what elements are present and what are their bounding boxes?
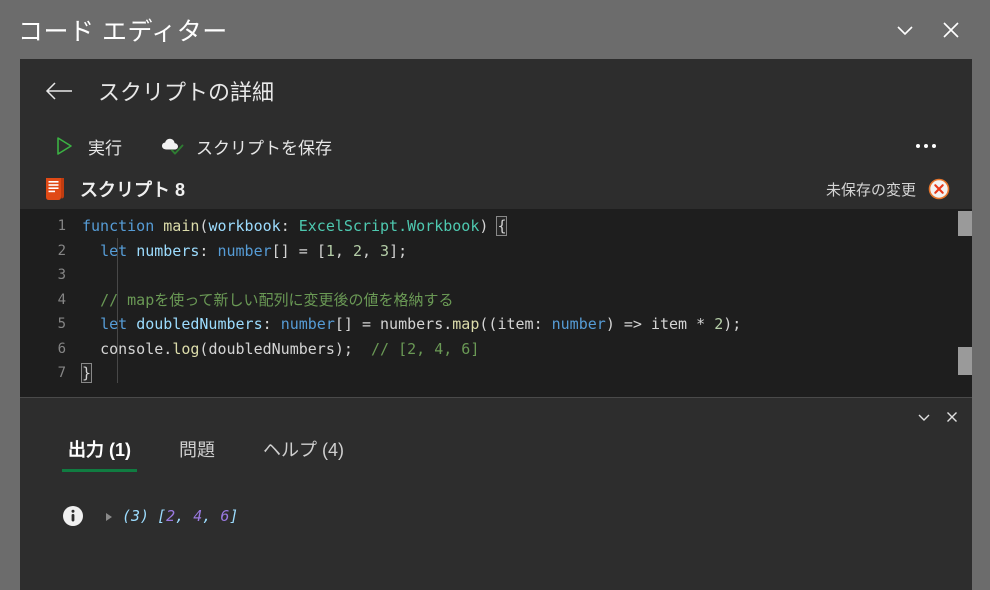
- code-vertical-scrollbar[interactable]: [958, 209, 972, 397]
- code-line[interactable]: 4 // mapを使って新しい配列に変更後の値を格納する: [20, 288, 950, 313]
- code-editor-surface[interactable]: 1 function main(workbook: ExcelScript.Wo…: [20, 209, 972, 397]
- line-content: let doubledNumbers: number[] = numbers.m…: [100, 315, 742, 333]
- save-script-button[interactable]: スクリプトを保存: [152, 127, 340, 165]
- token-function: main: [163, 217, 200, 235]
- run-button-label: 実行: [88, 138, 122, 158]
- bracket-match-open: {: [496, 216, 508, 236]
- token-keyword: function: [82, 217, 155, 235]
- output-panel-controls: [910, 403, 966, 431]
- scrollbar-marker[interactable]: [958, 347, 972, 375]
- line-number: 3: [57, 267, 66, 283]
- close-icon: [943, 21, 959, 38]
- line-number: 4: [57, 291, 66, 308]
- code-line[interactable]: 7 }: [20, 361, 950, 386]
- code-line[interactable]: 1 function main(workbook: ExcelScript.Wo…: [20, 214, 950, 239]
- close-icon: [947, 412, 957, 422]
- tab-help[interactable]: ヘルプ (4): [257, 436, 350, 472]
- error-circle-icon[interactable]: [928, 178, 950, 200]
- token-comment: // [2, 4, 6]: [352, 339, 480, 358]
- info-icon: [62, 505, 84, 527]
- script-name-row: スクリプト 8 未保存の変更: [20, 169, 972, 209]
- tab-problems[interactable]: 問題: [173, 436, 221, 472]
- expand-triangle-icon[interactable]: [104, 510, 114, 522]
- output-entry[interactable]: (3) [2, 4, 6]: [62, 504, 972, 528]
- close-window-button[interactable]: [928, 7, 974, 53]
- run-button[interactable]: 実行: [44, 127, 130, 165]
- chevron-down-icon: [897, 25, 913, 35]
- back-arrow-icon: [45, 82, 72, 100]
- line-number: 6: [57, 340, 66, 357]
- code-line[interactable]: 6 console.log(doubledNumbers); // [2, 4,…: [20, 337, 950, 362]
- play-icon: [52, 134, 76, 158]
- unsaved-changes-label: 未保存の変更: [825, 181, 916, 199]
- line-number: 7: [57, 365, 66, 381]
- close-output-button[interactable]: [938, 403, 966, 431]
- token-comment: // mapを使って新しい配列に変更後の値を格納する: [100, 290, 454, 309]
- line-content: }: [80, 361, 950, 386]
- back-button[interactable]: [42, 74, 76, 108]
- collapse-output-button[interactable]: [910, 403, 938, 431]
- code-line[interactable]: 2 let numbers: number[] = [1, 2, 3];: [20, 239, 950, 264]
- unsaved-status: 未保存の変更: [826, 178, 950, 200]
- window-title: コード エディター: [18, 17, 228, 46]
- chevron-down-icon: [918, 414, 930, 421]
- page-title: スクリプトの詳細: [98, 80, 275, 105]
- code-editor-panel: スクリプトの詳細 実行 スクリプトを保存 スクリプト 8 未保存の変更 1 fu…: [20, 59, 972, 590]
- cloud-save-icon: [160, 134, 184, 158]
- line-number: 2: [57, 242, 66, 259]
- command-bar: 実行 スクリプトを保存: [20, 123, 972, 169]
- line-number: 5: [57, 316, 66, 332]
- panel-header: スクリプトの詳細: [20, 59, 972, 123]
- scrollbar-thumb[interactable]: [958, 211, 972, 236]
- code-lines: 1 function main(workbook: ExcelScript.Wo…: [20, 214, 950, 386]
- window-title-bar: コード エディター: [0, 0, 990, 59]
- more-options-button[interactable]: [908, 128, 944, 164]
- output-panel: 出力 (1) 問題 ヘルプ (4) (3) [2, 4, 6]: [20, 397, 972, 588]
- more-options-icon: [916, 144, 920, 148]
- bracket-match-close: }: [80, 363, 93, 383]
- code-line[interactable]: 3: [20, 263, 950, 288]
- code-line[interactable]: 5 let doubledNumbers: number[] = numbers…: [20, 312, 950, 337]
- output-body: (3) [2, 4, 6]: [20, 472, 972, 528]
- line-content: function main(workbook: ExcelScript.Work…: [82, 216, 508, 236]
- script-file-icon: [44, 177, 66, 201]
- line-content: console.log(doubledNumbers); // [2, 4, 6…: [100, 339, 480, 358]
- output-tabs: 出力 (1) 問題 ヘルプ (4): [20, 398, 972, 472]
- collapse-window-button[interactable]: [882, 7, 928, 53]
- line-content: let numbers: number[] = [1, 2, 3];: [100, 241, 408, 260]
- save-script-button-label: スクリプトを保存: [196, 138, 332, 158]
- output-value: [2, 4, 6]: [157, 507, 239, 525]
- line-number: 1: [57, 218, 66, 234]
- line-content: // mapを使って新しい配列に変更後の値を格納する: [82, 288, 950, 313]
- tab-output[interactable]: 出力 (1): [62, 436, 137, 472]
- window-controls: [882, 0, 990, 59]
- script-name[interactable]: スクリプト 8: [80, 176, 185, 202]
- output-count: (3): [122, 507, 150, 525]
